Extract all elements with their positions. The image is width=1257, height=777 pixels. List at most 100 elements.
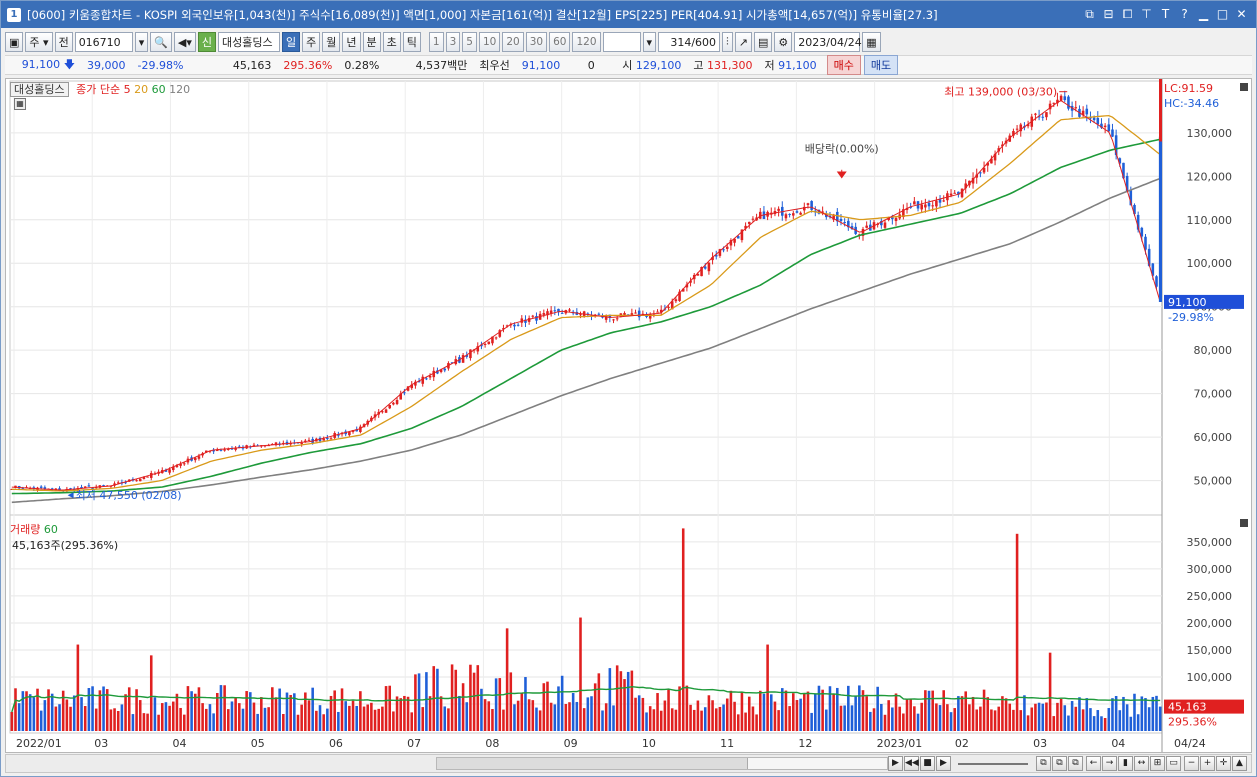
- date-input[interactable]: 2023/04/24: [794, 32, 862, 52]
- custom-interval-input[interactable]: [602, 32, 641, 52]
- zoom-in-icon[interactable]: +: [1200, 756, 1215, 771]
- sound-icon[interactable]: ◀▾: [173, 32, 196, 52]
- best-bid: 91,100: [521, 58, 561, 72]
- volume-bar: [924, 690, 927, 731]
- indicator-icon[interactable]: ⫶: [722, 32, 733, 52]
- chart-area[interactable]: 50,00060,00070,00080,00090,000100,000110…: [5, 78, 1252, 753]
- bar-icon[interactable]: ▮: [1118, 756, 1133, 771]
- zoom-slider[interactable]: [958, 763, 1028, 765]
- best-bid-label: 최우선: [479, 59, 510, 72]
- period-tick[interactable]: 틱: [402, 32, 421, 52]
- maximize-icon[interactable]: □: [1214, 6, 1231, 23]
- table-icon[interactable]: ▦: [14, 98, 26, 110]
- view-mode-2-icon[interactable]: ⧉: [1052, 756, 1067, 771]
- period-week[interactable]: 주: [302, 32, 321, 52]
- volume-bar: [157, 714, 160, 731]
- stock-tag[interactable]: 대성홀딩스: [10, 82, 69, 97]
- rewind-icon[interactable]: ◀◀: [904, 756, 919, 771]
- ma20-legend[interactable]: 20: [134, 83, 148, 96]
- period-second[interactable]: 초: [382, 32, 401, 52]
- link-icon[interactable]: ⧉: [1081, 6, 1098, 23]
- buy-button[interactable]: 매수: [826, 55, 861, 75]
- arrow-left-icon[interactable]: ←: [1086, 756, 1101, 771]
- volume-bar: [1019, 710, 1023, 731]
- chart-scroll-thumb[interactable]: [747, 758, 887, 769]
- settings-icon[interactable]: ⚙: [774, 32, 793, 52]
- volume-bar: [854, 695, 857, 731]
- interval-dropdown-icon[interactable]: ▾: [642, 32, 657, 52]
- stop-icon[interactable]: ■: [920, 756, 935, 771]
- cursor-icon[interactable]: ✛: [1216, 756, 1231, 771]
- interval-120[interactable]: 120: [572, 32, 601, 52]
- save-icon[interactable]: ▤: [754, 32, 773, 52]
- data-count[interactable]: 314/600: [658, 32, 721, 52]
- ma60-legend[interactable]: 60: [152, 83, 166, 96]
- x-tick-label: 09: [564, 737, 578, 750]
- period-day[interactable]: 일: [282, 32, 301, 52]
- period-year[interactable]: 년: [342, 32, 361, 52]
- volume-bar: [520, 693, 524, 731]
- interval-3[interactable]: 3: [445, 32, 461, 52]
- stock-name: 대성홀딩스: [218, 32, 281, 52]
- page-icon[interactable]: ▭: [1166, 756, 1181, 771]
- interval-10[interactable]: 10: [478, 32, 501, 52]
- volume-bar: [942, 690, 945, 731]
- search-icon[interactable]: 🔍: [150, 32, 172, 52]
- stock-code-input[interactable]: 016710: [74, 32, 133, 52]
- view-mode-1-icon[interactable]: ⧉: [1036, 756, 1051, 771]
- font-icon[interactable]: T: [1157, 6, 1174, 23]
- volume-bar: [663, 700, 667, 731]
- lock-icon[interactable]: ⊟: [1100, 6, 1117, 23]
- view-mode-3-icon[interactable]: ⧉: [1068, 756, 1083, 771]
- interval-60[interactable]: 60: [549, 32, 571, 52]
- interval-1[interactable]: 1: [428, 32, 444, 52]
- interval-30[interactable]: 30: [525, 32, 548, 52]
- volume-bar: [792, 693, 795, 731]
- trade-amount: 4,537백만: [415, 59, 468, 72]
- period-minute[interactable]: 분: [362, 32, 381, 52]
- volume-bar: [905, 699, 909, 731]
- pin-icon[interactable]: ⊤: [1138, 6, 1155, 23]
- price-volume-chart[interactable]: 50,00060,00070,00080,00090,000100,000110…: [6, 79, 1251, 752]
- ma120-legend[interactable]: 120: [169, 83, 190, 96]
- ma5-legend[interactable]: 5: [124, 83, 131, 96]
- candle-body: [747, 221, 751, 224]
- help-icon[interactable]: ?: [1176, 6, 1193, 23]
- close-icon[interactable]: ✕: [1233, 6, 1250, 23]
- candle-body: [395, 399, 399, 405]
- volume-bar: [990, 709, 993, 731]
- volume-bar: [1147, 707, 1151, 731]
- period-month[interactable]: 월: [322, 32, 341, 52]
- price-panel-handle: [1240, 83, 1248, 91]
- period-select[interactable]: 주 ▾: [25, 32, 53, 52]
- volume-ma-legend[interactable]: 60: [44, 523, 58, 536]
- volume: 45,163: [232, 58, 272, 72]
- arrow-right-icon[interactable]: →: [1102, 756, 1117, 771]
- interval-20[interactable]: 20: [502, 32, 524, 52]
- candle-body: [193, 457, 197, 461]
- volume-bar: [142, 713, 146, 731]
- interval-5[interactable]: 5: [462, 32, 477, 52]
- fit-icon[interactable]: ↔: [1134, 756, 1149, 771]
- volume-bar: [883, 714, 887, 731]
- volume-bar: [17, 703, 21, 731]
- volume-bar: [135, 689, 138, 731]
- popout-icon[interactable]: ⧠: [1119, 6, 1136, 23]
- scroll-right-icon[interactable]: ▶: [888, 756, 903, 771]
- low-price: 저 91,100: [758, 57, 822, 73]
- layout-icon[interactable]: ▣: [5, 32, 24, 52]
- sell-button[interactable]: 매도: [863, 55, 899, 75]
- grid-icon[interactable]: ⊞: [1150, 756, 1165, 771]
- zoom-out-icon[interactable]: −: [1184, 756, 1199, 771]
- volume-legend-title[interactable]: 거래량: [10, 523, 40, 536]
- collapse-icon[interactable]: ▲: [1232, 756, 1247, 771]
- minimize-icon[interactable]: ▁: [1195, 6, 1212, 23]
- volume-bar: [443, 706, 447, 731]
- code-dropdown-icon[interactable]: ▾: [134, 32, 149, 52]
- fast-forward-icon[interactable]: ▶: [936, 756, 951, 771]
- calendar-icon[interactable]: ▦: [862, 32, 881, 52]
- chart-scroll-track[interactable]: [436, 757, 888, 770]
- volume-bar: [571, 693, 575, 731]
- drawing-icon[interactable]: ↗: [734, 32, 753, 52]
- prev-button[interactable]: 전: [54, 32, 73, 52]
